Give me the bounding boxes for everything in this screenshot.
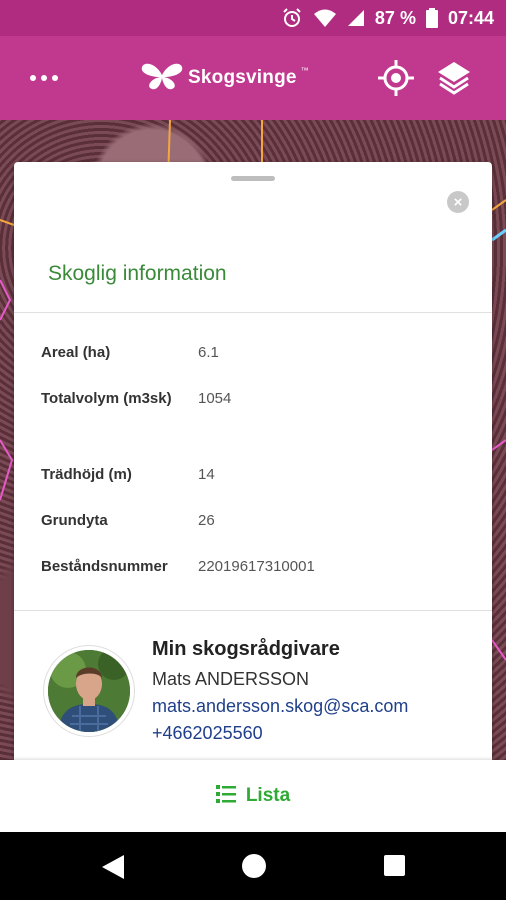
section-title: Skoglig information [48,262,227,285]
info-value: 6.1 [198,344,219,361]
advisor-card: Min skogsrådgivare Mats ANDERSSON mats.a… [14,612,492,760]
divider [14,610,492,611]
advisor-email-link[interactable]: mats.andersson.skog@sca.com [152,696,408,717]
system-nav-bar [0,832,506,900]
info-sheet: × Skoglig information Areal (ha) 6.1 Tot… [14,162,492,760]
back-icon[interactable] [100,854,126,885]
wifi-icon [313,8,337,28]
layers-icon[interactable] [436,58,472,103]
list-button[interactable]: Lista [0,760,506,832]
advisor-name: Mats ANDERSSON [152,669,310,689]
info-value: 22019617310001 [198,558,315,575]
alarm-icon [281,7,303,29]
recents-icon[interactable] [384,855,405,876]
info-label: Beståndsnummer [41,558,168,575]
info-value: 14 [198,466,215,483]
info-value: 26 [198,512,215,529]
info-label: Totalvolym (m3sk) [41,390,172,407]
info-label: Areal (ha) [41,344,111,361]
brand-logo: Skogsvinge ™ [140,58,309,98]
home-icon[interactable] [242,854,266,878]
app-bar: Skogsvinge ™ [0,36,506,120]
advisor-heading: Min skogsrådgivare [152,638,340,660]
battery-icon [425,8,438,28]
status-time: 07:44 [447,7,494,28]
info-label: Grundyta [41,512,108,529]
brand-name: Skogsvinge [188,67,297,88]
info-label: Trädhöjd (m) [41,466,132,483]
butterfly-logo-icon [140,61,184,96]
info-value: 1054 [198,390,232,407]
list-label: Lista [245,785,291,806]
brand-trademark: ™ [300,65,309,75]
locate-icon[interactable] [378,58,414,103]
close-icon: × [453,193,463,211]
advisor-phone-link[interactable]: +4662025560 [152,723,263,744]
more-icon[interactable] [24,60,64,96]
signal-icon [347,9,365,27]
close-button[interactable]: × [447,191,469,213]
battery-percent: 87 % [374,7,416,28]
divider [14,312,492,313]
status-icons: 87 % 07:44 [281,0,494,36]
list-icon [215,784,236,809]
status-bar: 87 % 07:44 [0,0,506,36]
avatar [44,646,134,736]
drag-handle[interactable] [231,176,275,181]
